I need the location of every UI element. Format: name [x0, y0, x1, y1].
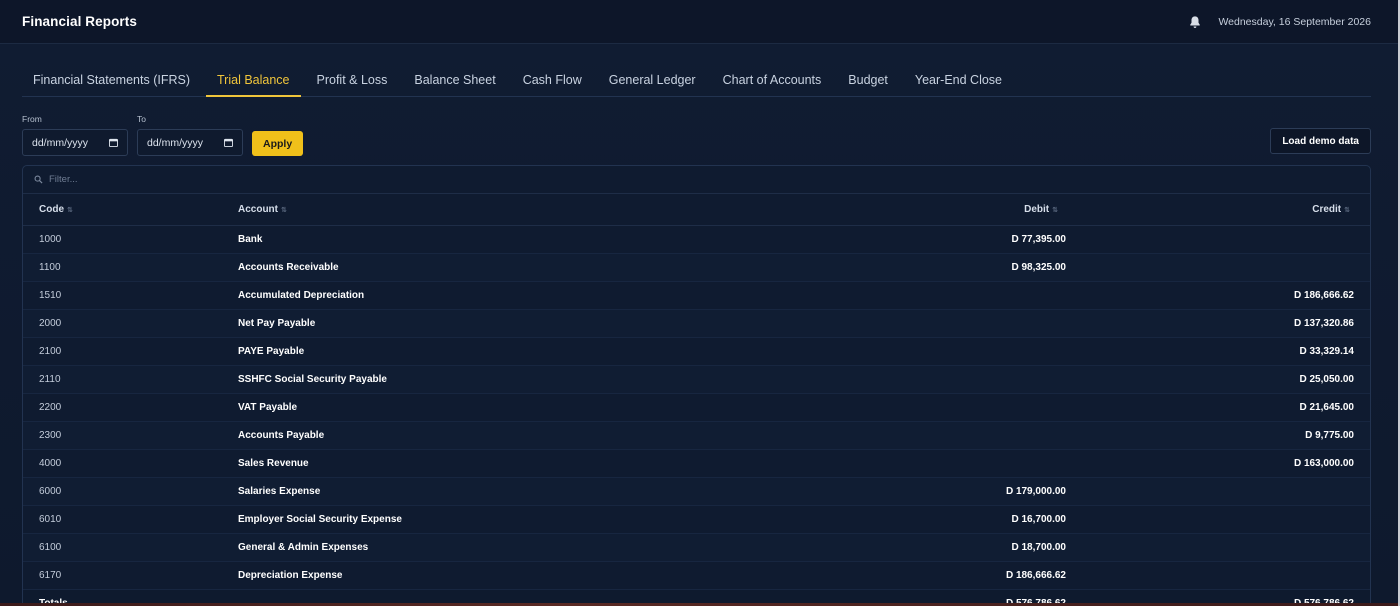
- top-bar: Financial Reports Wednesday, 16 Septembe…: [0, 0, 1398, 44]
- tab-profit-loss[interactable]: Profit & Loss: [306, 64, 399, 97]
- tab-cash-flow[interactable]: Cash Flow: [512, 64, 593, 97]
- tab-financial-statements[interactable]: Financial Statements (IFRS): [22, 64, 201, 97]
- tab-balance-sheet[interactable]: Balance Sheet: [403, 64, 506, 97]
- table-row[interactable]: 1000 Bank D 77,395.00: [23, 226, 1370, 254]
- table-row[interactable]: 6000 Salaries Expense D 179,000.00: [23, 478, 1370, 506]
- tab-general-ledger[interactable]: General Ledger: [598, 64, 707, 97]
- table-row[interactable]: 6100 General & Admin Expenses D 18,700.00: [23, 534, 1370, 562]
- filter-input[interactable]: Filter...: [49, 174, 78, 185]
- app-window: Financial Reports Wednesday, 16 Septembe…: [0, 0, 1400, 606]
- table-row[interactable]: 6010 Employer Social Security Expense D 16…: [23, 506, 1370, 534]
- load-demo-data-button[interactable]: Load demo data: [1270, 128, 1371, 154]
- table-row[interactable]: 6170 Depreciation Expense D 186,666.62: [23, 562, 1370, 590]
- table-row[interactable]: 2300 Accounts Payable D 9,775.00: [23, 422, 1370, 450]
- to-date-value: dd/mm/yyyy: [147, 136, 204, 149]
- from-date-input[interactable]: dd/mm/yyyy: [22, 129, 128, 156]
- from-field: From dd/mm/yyyy: [22, 114, 128, 156]
- bell-icon[interactable]: [1188, 15, 1202, 29]
- to-field: To dd/mm/yyyy: [137, 114, 243, 156]
- trial-balance-table: Filter... Code ⇅ Account ⇅ Debit ⇅ Credit ⇅ …: [22, 165, 1371, 606]
- sort-icon: ⇅: [1344, 207, 1350, 214]
- totals-row: Totals D 576,786.62 D 576,786.62: [23, 590, 1370, 606]
- column-header-credit[interactable]: Credit ⇅: [1066, 204, 1370, 215]
- apply-button[interactable]: Apply: [252, 131, 304, 156]
- table-body: 1000 Bank D 77,395.00 1100 Accounts Receiva…: [23, 226, 1370, 606]
- from-label: From: [22, 114, 42, 124]
- top-right: Wednesday, 16 September 2026: [1188, 15, 1371, 29]
- app-title: Financial Reports: [22, 14, 137, 29]
- table-row[interactable]: 4000 Sales Revenue D 163,000.00: [23, 450, 1370, 478]
- sort-icon: ⇅: [281, 207, 287, 214]
- from-date-value: dd/mm/yyyy: [32, 136, 89, 149]
- sort-icon: ⇅: [1052, 207, 1058, 214]
- tab-chart-of-accounts[interactable]: Chart of Accounts: [712, 64, 833, 97]
- calendar-icon[interactable]: [224, 138, 233, 147]
- search-icon: [34, 175, 43, 184]
- sort-icon: ⇅: [67, 207, 73, 214]
- tab-year-end-close[interactable]: Year-End Close: [904, 64, 1013, 97]
- table-filter[interactable]: Filter...: [23, 166, 1370, 194]
- report-tabs: Financial Statements (IFRS) Trial Balanc…: [22, 64, 1371, 97]
- calendar-icon[interactable]: [109, 138, 118, 147]
- to-date-input[interactable]: dd/mm/yyyy: [137, 129, 243, 156]
- to-label: To: [137, 114, 146, 124]
- column-header-debit[interactable]: Debit ⇅: [868, 204, 1066, 215]
- table-header: Code ⇅ Account ⇅ Debit ⇅ Credit ⇅: [23, 194, 1370, 226]
- tab-trial-balance[interactable]: Trial Balance: [206, 64, 301, 97]
- tab-budget[interactable]: Budget: [837, 64, 899, 97]
- table-row[interactable]: 1100 Accounts Receivable D 98,325.00: [23, 254, 1370, 282]
- column-header-account[interactable]: Account ⇅: [238, 204, 868, 215]
- date-filters: From dd/mm/yyyy To dd/mm/yyyy Apply: [22, 114, 304, 156]
- table-row[interactable]: 2110 SSHFC Social Security Payable D 25,05…: [23, 366, 1370, 394]
- table-row[interactable]: 2100 PAYE Payable D 33,329.14: [23, 338, 1370, 366]
- column-header-code[interactable]: Code ⇅: [23, 204, 238, 215]
- table-row[interactable]: 2200 VAT Payable D 21,645.00: [23, 394, 1370, 422]
- table-row[interactable]: 1510 Accumulated Depreciation D 186,666.62: [23, 282, 1370, 310]
- table-row[interactable]: 2000 Net Pay Payable D 137,320.86: [23, 310, 1370, 338]
- current-date: Wednesday, 16 September 2026: [1218, 15, 1371, 28]
